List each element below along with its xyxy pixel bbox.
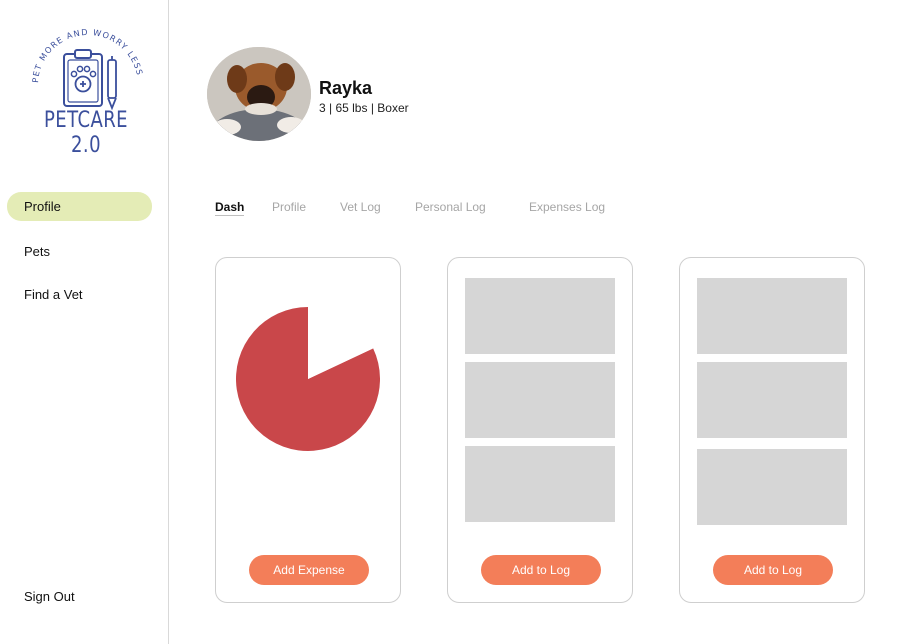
log-placeholder [465,446,615,522]
add-to-log-button[interactable]: Add to Log [481,555,601,585]
expense-card: Add Expense [215,257,401,603]
log-placeholder [465,278,615,354]
log-placeholder [697,278,847,354]
tab-dash[interactable]: Dash [215,200,245,216]
log-placeholder [697,362,847,438]
expense-pie-chart [236,307,380,451]
log-placeholder [465,362,615,438]
pet-avatar [207,47,311,141]
sidebar-item-profile[interactable]: Profile [7,192,152,221]
vet-log-card: Add to Log [447,257,633,603]
logo-wordmark: PETCARE 2.0 [44,108,128,158]
sign-out-link[interactable]: Sign Out [24,589,75,604]
log-placeholder [697,449,847,525]
sidebar: PET MORE AND WORRY LESS PETCARE 2.0 Prof… [0,0,169,644]
pet-name: Rayka [319,78,373,98]
add-to-log-button[interactable]: Add to Log [713,555,833,585]
dog-photo [207,47,311,141]
personal-log-card: Add to Log [679,257,865,603]
tab-profile[interactable]: Profile [272,200,306,214]
tab-expenses-log[interactable]: Expenses Log [529,200,605,214]
add-expense-button[interactable]: Add Expense [249,555,369,585]
tab-personal-log[interactable]: Personal Log [415,200,486,214]
pet-details: 3 | 65 lbs | Boxer [319,101,409,115]
sidebar-item-pets[interactable]: Pets [7,237,152,266]
tab-vet-log[interactable]: Vet Log [340,200,381,214]
sidebar-item-find-a-vet[interactable]: Find a Vet [7,280,152,309]
